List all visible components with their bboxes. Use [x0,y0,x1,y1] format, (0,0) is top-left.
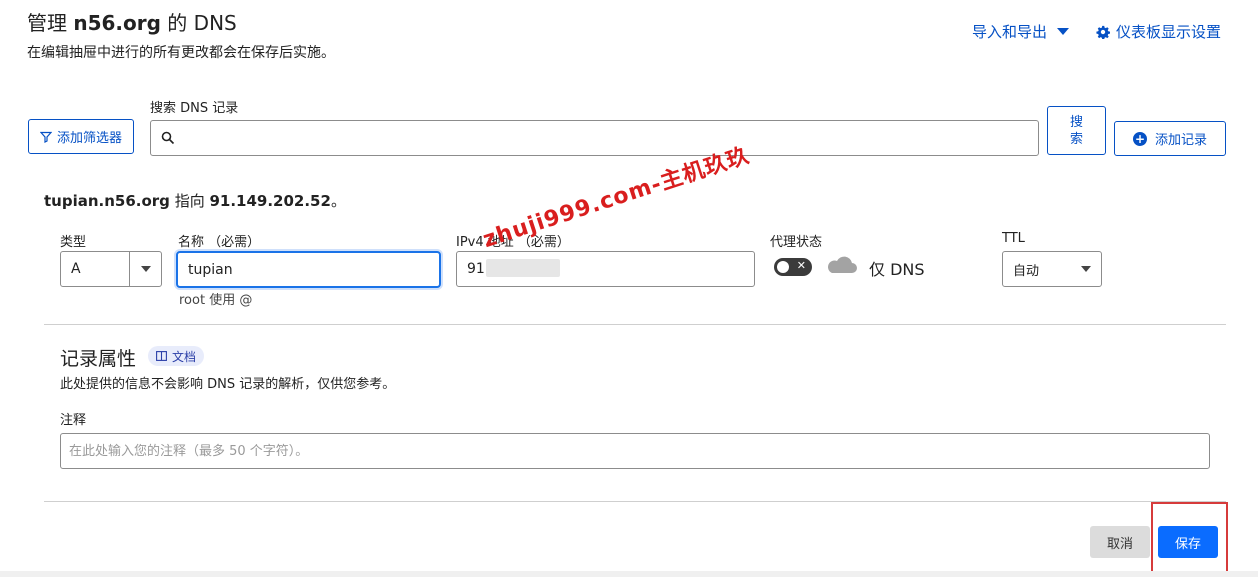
record-attributes-title: 记录属性 [60,348,137,370]
record-host: tupian.n56.org [44,192,170,210]
page-title: 管理 n56.org 的 DNS [27,11,237,35]
import-export-menu[interactable]: 导入和导出 [972,21,1070,42]
add-filter-button[interactable]: 添加筛选器 [28,119,134,154]
save-highlight-box [1151,502,1228,574]
divider [44,324,1226,325]
search-icon [161,131,175,145]
search-button-label: 搜 索 [1069,114,1083,147]
name-label: 名称 （必需） [178,235,261,250]
record-ip: 91.149.202.52 [209,192,331,210]
docs-link[interactable]: 文档 [148,346,205,366]
ipv4-redaction [486,259,560,277]
domain-name: n56.org [73,11,161,35]
chevron-down-icon [1057,28,1070,35]
ttl-value: 自动 [1013,263,1040,279]
type-value: A [71,261,81,277]
proxy-toggle[interactable]: ✕ [774,258,812,276]
dashboard-settings-label: 仪表板显示设置 [1116,23,1222,41]
search-label: 搜索 DNS 记录 [150,101,239,116]
search-button[interactable]: 搜 索 [1047,106,1106,155]
ttl-select[interactable]: 自动 [1002,251,1102,287]
toggle-knob [777,261,789,273]
record-attributes-description: 此处提供的信息不会影响 DNS 记录的解析，仅供您参考。 [60,377,396,392]
proxy-status-text: 仅 DNS [869,260,925,279]
record-summary: tupian.n56.org 指向 91.149.202.52。 [44,192,346,210]
cloud-icon [828,256,857,273]
add-record-button[interactable]: + 添加记录 [1114,121,1226,156]
type-select[interactable]: A [60,251,162,287]
comment-label: 注释 [60,413,87,428]
chevron-down-icon [140,266,151,272]
search-input[interactable] [183,123,1038,153]
filter-icon [39,131,52,143]
ttl-label: TTL [1002,231,1025,246]
chevron-down-icon [1081,266,1091,272]
docs-label: 文档 [172,349,197,364]
bottom-bar [0,571,1258,577]
close-icon: ✕ [796,259,806,272]
type-label: 类型 [60,235,87,250]
name-hint: root 使用 @ [179,293,253,308]
add-record-label: 添加记录 [1154,133,1207,148]
dashboard-settings-link[interactable]: 仪表板显示设置 [1096,21,1221,42]
plus-circle-icon: + [1132,131,1147,146]
name-input[interactable] [176,251,441,288]
comment-input[interactable] [60,433,1210,469]
gear-icon [1096,25,1110,39]
book-icon [156,351,167,361]
import-export-label: 导入和导出 [972,23,1048,41]
proxy-status-label: 代理状态 [770,235,823,250]
add-filter-label: 添加筛选器 [56,131,122,146]
page-subtitle: 在编辑抽屉中进行的所有更改都会在保存后实施。 [27,45,335,61]
search-field [150,120,1039,156]
type-dropdown-toggle[interactable] [129,252,161,286]
divider [44,501,1226,502]
cancel-button[interactable]: 取消 [1090,526,1150,558]
